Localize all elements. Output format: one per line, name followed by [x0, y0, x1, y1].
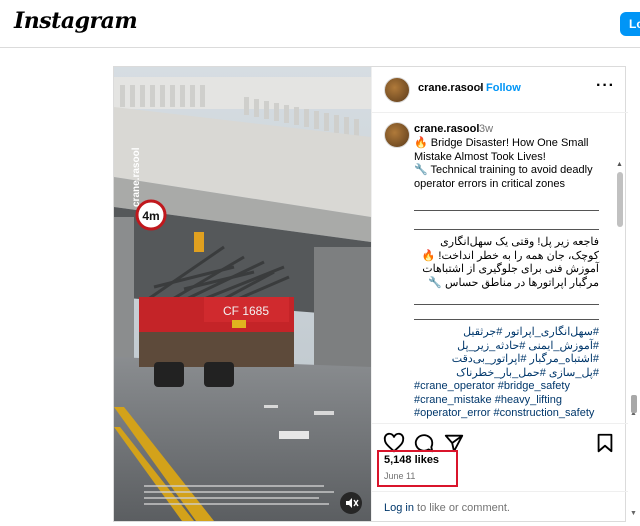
scroll-up-arrow[interactable]: ▲: [616, 161, 623, 168]
page-scrollbar[interactable]: [628, 66, 640, 526]
video-watermark: crane.rasool: [131, 147, 142, 207]
post-video[interactable]: 4m CF 1685 crane.rasool: [114, 67, 371, 521]
caption-username[interactable]: crane.rasool: [414, 123, 479, 135]
caption-area: crane.rasool 3w 🔥 Bridge Disaster! How O…: [372, 114, 628, 420]
hashtags-english[interactable]: #crane_operator #bridge_safety #crane_mi…: [414, 380, 604, 420]
action-bar: [372, 423, 628, 453]
page-scroll-down-arrow[interactable]: ▼: [630, 510, 637, 517]
caption-fa-line1: فاجعه زیر پل! وقتی یک سهل‌انگاری کوچک، ج…: [421, 236, 599, 262]
mute-icon[interactable]: [340, 492, 362, 514]
height-sign-text: 4m: [142, 209, 159, 223]
caption-persian: فاجعه زیر پل! وقتی یک سهل‌انگاری کوچک، ج…: [414, 236, 599, 290]
caption-en-line1: 🔥 Bridge Disaster! How One Small Mistake…: [414, 137, 589, 163]
instagram-logo[interactable]: Instagram: [14, 8, 138, 34]
caption-english: 🔥 Bridge Disaster! How One Small Mistake…: [414, 137, 610, 191]
follow-button[interactable]: Follow: [486, 82, 521, 94]
more-options-icon[interactable]: ···: [596, 77, 615, 95]
login-link[interactable]: Log in: [384, 502, 414, 514]
top-bar: Instagram Lo: [0, 0, 640, 48]
post-header: crane.rasool • Follow ···: [372, 67, 628, 113]
caption-avatar[interactable]: [384, 122, 410, 148]
video-frame: 4m CF 1685 crane.rasool: [114, 67, 371, 521]
bookmark-icon[interactable]: [594, 432, 616, 454]
license-plate-text: CF 1685: [223, 304, 269, 318]
author-username[interactable]: crane.rasool: [418, 82, 483, 94]
login-button[interactable]: Lo: [620, 12, 640, 36]
divider: [414, 304, 599, 305]
post-sidebar: crane.rasool • Follow ··· crane.rasool 3…: [371, 67, 628, 521]
divider: [414, 229, 599, 230]
divider: [414, 210, 599, 211]
post-container: 4m CF 1685 crane.rasool crane.rasool • F…: [113, 66, 628, 522]
highlight-box: [377, 450, 458, 487]
caption-fa-line2: آموزش فنی برای جلوگیری از اشتباهات مرگبا…: [422, 263, 599, 289]
caption-time[interactable]: 3w: [479, 123, 493, 135]
login-prompt-text: to like or comment.: [413, 502, 510, 514]
divider: [414, 319, 599, 320]
caption-en-line2: 🔧 Technical training to avoid deadly ope…: [414, 164, 593, 190]
login-prompt: Log in to like or comment.: [372, 491, 628, 521]
separator-dot: •: [478, 82, 482, 94]
hashtags-persian[interactable]: #سهل‌انگاری_اپراتور #جرثقیل #آموزش_ایمنی…: [414, 326, 599, 380]
page-scrollbar-thumb[interactable]: [631, 395, 637, 413]
author-avatar[interactable]: [384, 77, 410, 103]
caption-scrollbar-thumb[interactable]: [617, 172, 623, 227]
